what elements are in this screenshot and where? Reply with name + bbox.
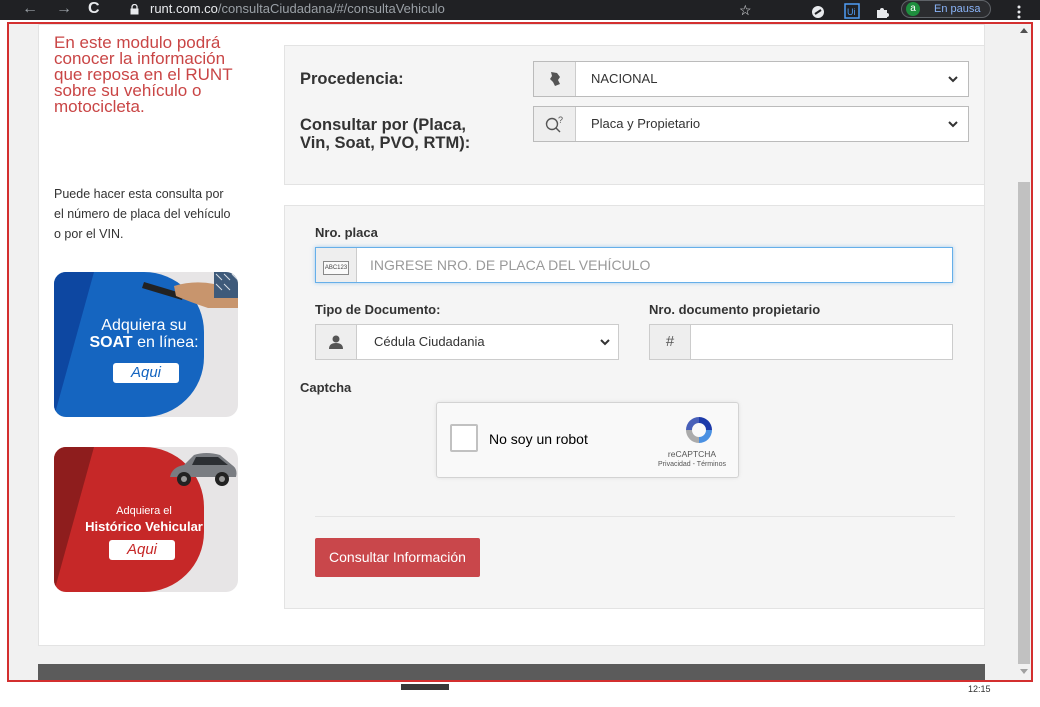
hash-icon: #: [650, 325, 691, 359]
placa-field[interactable]: ABC123: [315, 247, 953, 283]
consultar-por-select[interactable]: ? Placa y Propietario: [533, 106, 969, 142]
back-button[interactable]: ←: [22, 0, 38, 20]
os-taskbar: 12:15: [0, 684, 1040, 707]
placa-input[interactable]: [358, 248, 950, 282]
placa-label: Nro. placa: [315, 225, 378, 240]
procedencia-select[interactable]: NACIONAL: [533, 61, 969, 97]
reload-button[interactable]: C: [88, 0, 100, 20]
captcha-label: Captcha: [300, 380, 352, 395]
puzzle-extensions-icon[interactable]: [875, 3, 889, 21]
avatar: a: [906, 2, 920, 16]
consultar-por-label-line1: Consultar por (Placa,: [300, 116, 466, 134]
profile-button[interactable]: a En pausa: [901, 0, 991, 18]
chevron-down-icon: [948, 76, 958, 83]
recaptcha-links[interactable]: Privacidad - Términos: [637, 461, 747, 468]
colombia-map-icon: [534, 62, 576, 96]
recaptcha-brand: reCAPTCHA: [667, 449, 717, 459]
url-path: /consultaCiudadana/#/consultaVehiculo: [217, 1, 445, 16]
nro-documento-label: Nro. documento propietario: [649, 302, 821, 317]
module-intro-text: En este modulo podrá conocer la informac…: [54, 33, 233, 116]
browser-toolbar: ← → C runt.com.co/consultaCiudadana/#/co…: [0, 0, 1040, 20]
soat-banner[interactable]: Adquiera su SOAT en línea: Aqui: [54, 272, 238, 417]
consultar-informacion-button[interactable]: Consultar Información: [315, 538, 480, 577]
scroll-thumb[interactable]: [1018, 182, 1030, 664]
tipo-documento-value: Cédula Ciudadania: [374, 334, 485, 349]
historico-banner-bold: Histórico Vehicular: [85, 519, 203, 534]
taskbar-clock: 12:15: [968, 684, 991, 694]
url-host: runt.com.co: [150, 1, 218, 16]
form-divider: [315, 516, 955, 517]
historico-banner-text: Adquiera el Histórico Vehicular: [74, 504, 214, 536]
tipo-documento-select[interactable]: Cédula Ciudadania: [315, 324, 619, 360]
profile-status: En pausa: [934, 3, 981, 15]
extension-icon[interactable]: [811, 3, 825, 21]
vertical-scrollbar[interactable]: [1017, 24, 1031, 680]
soat-aqui-button[interactable]: Aqui: [113, 363, 179, 383]
tipo-documento-label: Tipo de Documento:: [315, 302, 441, 317]
menu-kebab-icon[interactable]: [1016, 3, 1022, 21]
vehicle-query-form: Nro. placa ABC123 Tipo de Documento: Céd…: [284, 205, 985, 609]
procedencia-label: Procedencia:: [300, 70, 404, 88]
help-text: Puede hacer esta consulta por el número …: [54, 187, 231, 241]
soat-banner-line2: en línea:: [137, 334, 199, 351]
recaptcha-label: No soy un robot: [489, 431, 588, 447]
uipath-extension-icon[interactable]: Ui: [844, 2, 860, 20]
consultar-por-label-line2: Vin, Soat, PVO, RTM):: [300, 134, 471, 152]
search-criteria-panel: Procedencia: NACIONAL Consultar por (Pla…: [284, 45, 985, 185]
consultar-por-value: Placa y Propietario: [591, 116, 701, 131]
phone-hand-icon: [142, 272, 238, 308]
historico-aqui-button[interactable]: Aqui: [109, 540, 175, 560]
scroll-down-arrow-icon[interactable]: [1020, 669, 1028, 674]
historico-vehicular-banner[interactable]: Adquiera el Histórico Vehicular Aqui: [54, 447, 238, 592]
search-question-icon: ?: [534, 107, 576, 141]
recaptcha-logo-icon: [686, 417, 712, 443]
soat-banner-text: Adquiera su SOAT en línea:: [74, 317, 214, 351]
user-icon: [316, 325, 357, 359]
license-plate-icon: ABC123: [316, 248, 357, 282]
page-viewport: En este modulo podrá conocer la informac…: [7, 22, 1033, 682]
historico-banner-line1: Adquiera el: [116, 505, 172, 517]
nro-documento-input[interactable]: [692, 325, 950, 359]
svg-text:?: ?: [558, 115, 563, 125]
soat-banner-line1: Adquiera su: [101, 317, 187, 334]
recaptcha-widget: No soy un robot reCAPTCHA Privacidad - T…: [436, 402, 739, 478]
consulta-vehiculo-page: En este modulo podrá conocer la informac…: [38, 24, 985, 646]
forward-button[interactable]: →: [56, 0, 72, 20]
license-plate-icon-text: ABC123: [323, 261, 349, 275]
procedencia-value: NACIONAL: [591, 71, 658, 86]
scroll-up-arrow-icon[interactable]: [1020, 28, 1028, 33]
lock-icon: [130, 4, 139, 15]
bookmark-star-icon[interactable]: ☆: [739, 1, 752, 19]
address-bar[interactable]: runt.com.co/consultaCiudadana/#/consulta…: [150, 0, 445, 20]
chevron-down-icon: [600, 339, 610, 346]
svg-text:Ui: Ui: [847, 7, 856, 17]
taskbar-app[interactable]: [401, 684, 449, 690]
car-icon: [170, 453, 237, 486]
soat-banner-bold: SOAT: [89, 334, 133, 351]
chevron-down-icon: [948, 121, 958, 128]
page-footer: [38, 664, 985, 680]
nro-documento-field[interactable]: #: [649, 324, 953, 360]
recaptcha-checkbox[interactable]: [450, 424, 478, 452]
left-column: En este modulo podrá conocer la informac…: [39, 25, 282, 645]
